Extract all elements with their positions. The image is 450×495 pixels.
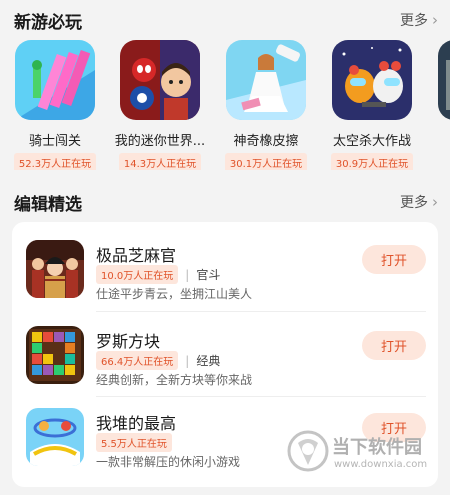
list-item[interactable]: 极品芝麻官 10.0万人正在玩 | 官斗 仕途平步青云，坐拥江山美人 打开 [12, 240, 438, 320]
game-icon [438, 40, 450, 120]
game-players-badge: 30.9万人正在玩 [330, 153, 414, 170]
pick-description: 经典创新，全新方块等你来战 [96, 373, 253, 387]
game-icon [15, 40, 95, 120]
pick-players-badge: 5.5万人正在玩 [96, 433, 172, 452]
pick-players-badge: 66.4万人正在玩 [96, 351, 179, 370]
game-tile[interactable]: 城 10 [426, 40, 450, 168]
game-tile[interactable]: 神奇橡皮擦 30.1万人正在玩 [214, 40, 318, 170]
list-item[interactable]: 罗斯方块 66.4万人正在玩 | 经典 经典创新，全新方块等你来战 打开 [12, 326, 438, 406]
new-games-title: 新游必玩 [14, 12, 82, 33]
open-button[interactable]: 打开 [362, 331, 426, 360]
pick-title: 我堆的最高 [96, 414, 177, 433]
open-button[interactable]: 打开 [362, 245, 426, 274]
chevron-right-icon: › [432, 193, 438, 211]
pick-tag: 官斗 [196, 268, 221, 282]
pick-title: 极品芝麻官 [96, 246, 177, 265]
pick-meta: 10.0万人正在玩 | 官斗 [96, 265, 220, 284]
game-icon [26, 326, 84, 384]
pick-description: 一款非常解压的休闲小游戏 [96, 455, 241, 469]
chevron-right-icon: › [432, 11, 438, 29]
new-games-carousel[interactable]: 骑士闯关 52.3万人正在玩 我的迷你世界... 14.3万人正在玩 神奇橡皮擦… [0, 40, 450, 170]
game-icon [26, 240, 84, 298]
new-games-more-link[interactable]: 更多 › [400, 10, 438, 30]
game-players-badge: 52.3万人正在玩 [13, 153, 97, 170]
game-tile[interactable]: 太空杀大作战 30.9万人正在玩 [320, 40, 424, 170]
editor-picks-title: 编辑精选 [14, 194, 82, 215]
game-players-badge: 14.3万人正在玩 [118, 153, 202, 170]
game-icon [26, 408, 84, 466]
watermark: 当下软件园 www.downxia.com [286, 425, 436, 481]
game-name: 神奇橡皮擦 [233, 134, 299, 149]
meta-divider: | [185, 267, 190, 282]
game-name: 太空杀大作战 [332, 134, 411, 149]
watermark-logo-icon [287, 430, 329, 472]
game-icon [120, 40, 200, 120]
game-tile[interactable]: 骑士闯关 52.3万人正在玩 [3, 40, 107, 170]
pick-players-badge: 10.0万人正在玩 [96, 265, 179, 284]
game-name: 骑士闯关 [28, 134, 81, 149]
pick-meta: 5.5万人正在玩 [96, 433, 172, 452]
pick-title: 罗斯方块 [96, 332, 161, 351]
game-icon [332, 40, 412, 120]
meta-divider: | [185, 353, 190, 368]
pick-tag: 经典 [196, 354, 221, 368]
more-label: 更多 [400, 195, 428, 211]
divider [96, 396, 426, 397]
editor-picks-header: 编辑精选 更多 › [14, 190, 438, 215]
pick-description: 仕途平步青云，坐拥江山美人 [96, 287, 253, 301]
more-label: 更多 [400, 13, 428, 29]
game-icon [226, 40, 306, 120]
game-players-badge: 30.1万人正在玩 [224, 153, 308, 170]
editor-picks-more-link[interactable]: 更多 › [400, 192, 438, 212]
watermark-url: www.downxia.com [334, 459, 428, 470]
pick-meta: 66.4万人正在玩 | 经典 [96, 351, 220, 370]
watermark-name: 当下软件园 [332, 437, 422, 458]
divider [96, 311, 426, 312]
game-name: 我的迷你世界... [114, 134, 206, 149]
game-tile[interactable]: 我的迷你世界... 14.3万人正在玩 [108, 40, 212, 170]
new-games-header: 新游必玩 更多 › [14, 8, 438, 33]
